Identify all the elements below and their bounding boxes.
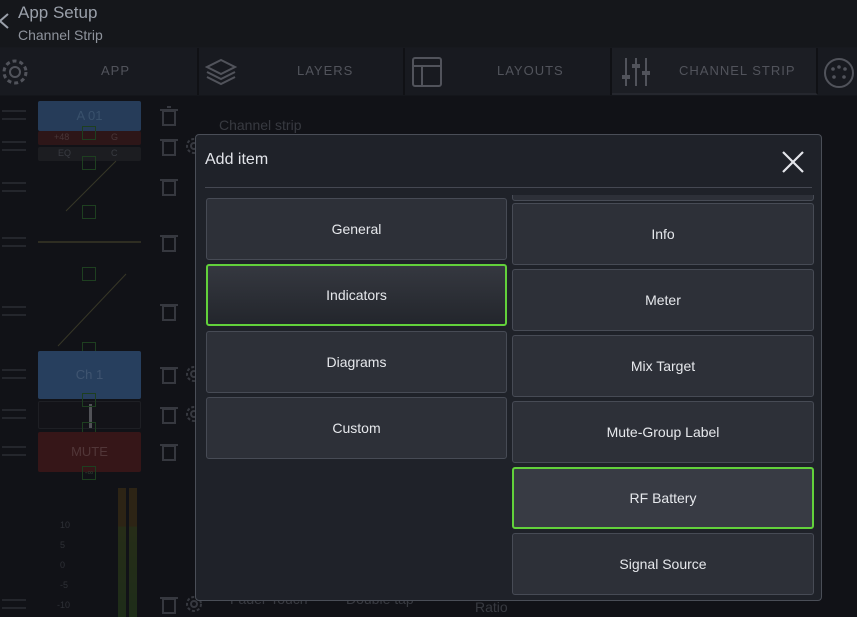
item-hidden-above[interactable] — [512, 195, 814, 201]
add-item-dialog: Add item General Indicators Diagrams Cus… — [195, 134, 822, 601]
dialog-divider — [205, 187, 812, 188]
item-label: Mute-Group Label — [606, 424, 720, 440]
item-label: Info — [651, 226, 675, 242]
item-label: RF Battery — [629, 490, 697, 506]
item-rf-battery[interactable]: RF Battery — [512, 467, 814, 529]
category-diagrams[interactable]: Diagrams — [206, 331, 507, 393]
item-info[interactable]: Info — [512, 203, 814, 265]
category-indicators[interactable]: Indicators — [206, 264, 507, 326]
app-header: App Setup Channel Strip — [0, 0, 857, 47]
category-label: General — [331, 221, 382, 237]
category-custom[interactable]: Custom — [206, 397, 507, 459]
item-mute-group-label[interactable]: Mute-Group Label — [512, 401, 814, 463]
item-meter[interactable]: Meter — [512, 269, 814, 331]
item-label: Meter — [645, 292, 681, 308]
item-label: Mix Target — [630, 358, 696, 374]
category-label: Diagrams — [326, 354, 387, 370]
dialog-title: Add item — [205, 151, 269, 168]
page-title: App Setup — [18, 3, 98, 22]
category-general[interactable]: General — [206, 198, 507, 260]
item-label: Signal Source — [619, 556, 707, 572]
item-mix-target[interactable]: Mix Target — [512, 335, 814, 397]
item-signal-source[interactable]: Signal Source — [512, 533, 814, 595]
category-label: Custom — [332, 420, 381, 436]
back-chevron-icon[interactable] — [0, 8, 12, 34]
close-icon[interactable] — [779, 148, 807, 176]
item-list[interactable]: Info Meter Mix Target Mute-Group Label R… — [512, 195, 814, 595]
page-subtitle: Channel Strip — [18, 27, 103, 43]
category-label: Indicators — [326, 287, 387, 303]
